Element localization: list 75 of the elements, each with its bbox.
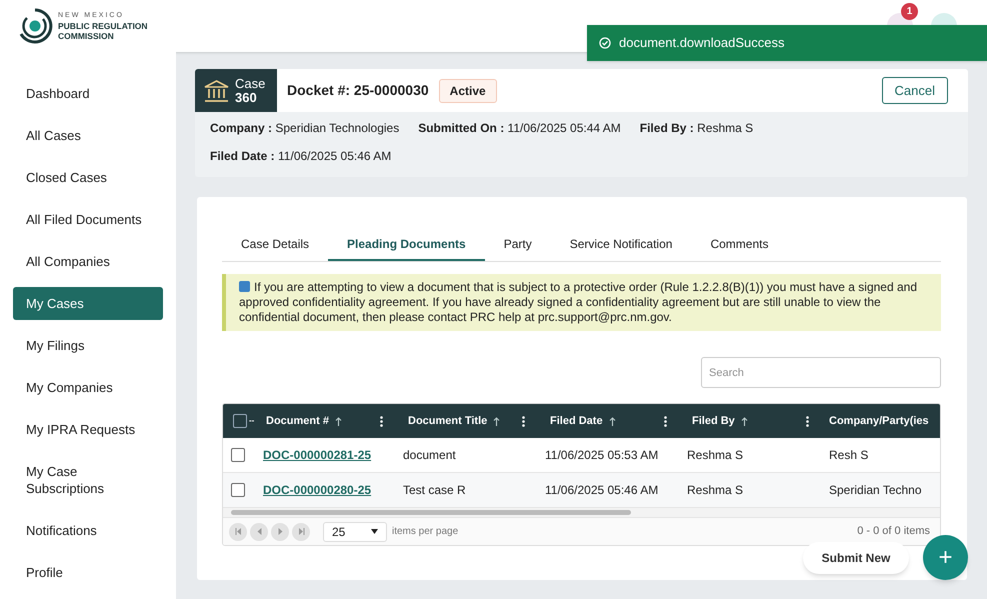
page-size-dropdown[interactable]: 25: [323, 522, 387, 542]
sidebar-item[interactable]: Notifications: [13, 514, 163, 547]
sidebar-item[interactable]: My Cases: [13, 287, 163, 320]
column-menu-icon[interactable]: [806, 416, 809, 426]
column-header[interactable]: Document #: [266, 412, 329, 430]
page-first-button[interactable]: [229, 522, 247, 540]
sort-arrow-icon[interactable]: [493, 416, 500, 426]
tab[interactable]: Pleading Documents: [328, 235, 485, 261]
tab[interactable]: Comments: [691, 235, 788, 261]
sort-arrow-icon[interactable]: [334, 416, 342, 426]
badge-number: 360: [235, 90, 258, 104]
column-menu-icon[interactable]: [380, 416, 383, 426]
case-field: Company : Speridian Technologies: [210, 120, 400, 136]
sidebar-item[interactable]: Profile: [13, 556, 163, 589]
sidebar-item[interactable]: My Companies: [13, 371, 163, 404]
sidebar-item[interactable]: My IPRA Requests: [13, 413, 163, 446]
column-menu-icon[interactable]: [664, 416, 667, 426]
notice-text: If you are attempting to view a document that is subject to a protective order (Rule 1.2.2.8(B)(1)) you must have a signed and approved confidentiality agreement. If you have already signed a confidentiality agreement but are still unable to view the confidential document, then please contact PRC help at prc.support@prc.nm.gov.: [239, 280, 918, 325]
table-cell: Speridian Techno: [829, 483, 922, 497]
tab[interactable]: Case Details: [222, 235, 328, 261]
table-cell: 11/06/2025 05:46 AM: [545, 483, 658, 497]
column-menu-icon[interactable]: [522, 416, 525, 426]
triangle-arrow-icon: [256, 528, 262, 535]
toast-message: document.downloadSuccess: [619, 34, 784, 52]
sidebar-item[interactable]: My Filings: [13, 329, 163, 362]
case-field: Filed By : Reshma S: [640, 120, 754, 136]
table-cell: 11/06/2025 05:53 AM: [545, 448, 658, 462]
page-last-button[interactable]: [292, 522, 310, 540]
table-cell: Resh S: [829, 448, 868, 462]
check-circle-icon: [599, 37, 611, 49]
sort-arrow-icon[interactable]: [740, 416, 748, 426]
column-header[interactable]: Document Title: [408, 412, 488, 430]
column-header[interactable]: Filed Date: [550, 412, 603, 430]
status-tag: Active: [438, 78, 497, 102]
page-prev-button[interactable]: [250, 522, 268, 540]
info-icon: [239, 281, 250, 292]
sidebar-item[interactable]: Dashboard: [13, 77, 163, 110]
sidebar-item[interactable]: My Case Subscriptions: [13, 455, 163, 505]
badge-label: Case: [235, 76, 266, 90]
search-field[interactable]: Search: [701, 357, 941, 388]
row-checkbox[interactable]: [231, 448, 245, 462]
tab[interactable]: Service Notification: [550, 235, 692, 261]
courthouse-icon: [204, 80, 229, 102]
document-link[interactable]: DOC-000000280-25: [263, 483, 372, 497]
triangle-arrow-icon: [276, 528, 284, 535]
case-field: Filed Date : 11/06/2025 05:46 AM: [210, 148, 392, 164]
tab[interactable]: Party: [484, 235, 551, 261]
row-checkbox[interactable]: [231, 483, 245, 497]
table-cell: Reshma S: [687, 483, 744, 497]
page-size-label: items per page: [392, 525, 458, 539]
select-all-checkbox[interactable]: [233, 414, 247, 428]
docket-number: Docket #: 25-0000030: [287, 81, 429, 100]
table-cell: document: [403, 448, 456, 462]
logo-icon: [17, 8, 53, 44]
column-header[interactable]: Company/Party(ies: [829, 412, 929, 430]
select-menu[interactable]: --: [249, 415, 257, 427]
case-field: Submitted On : 11/06/2025 05:44 AM: [418, 120, 621, 136]
logo-title: PUBLIC REGULATION: [58, 21, 148, 31]
skip-arrow-icon: [234, 528, 242, 535]
cancel-button[interactable]: Cancel: [882, 76, 948, 104]
skip-arrow-icon: [298, 528, 304, 535]
column-header[interactable]: Filed By: [692, 412, 735, 430]
dropdown-caret-icon: [371, 529, 378, 534]
document-link[interactable]: DOC-000000281-25: [263, 448, 372, 462]
sidebar-item[interactable]: All Companies: [13, 245, 163, 278]
table-cell: Reshma S: [687, 448, 744, 462]
sidebar-item[interactable]: Closed Cases: [13, 161, 163, 194]
notification-count: 1: [901, 3, 918, 20]
sidebar-item[interactable]: All Cases: [13, 119, 163, 152]
submit-new-button[interactable]: Submit New: [803, 542, 909, 574]
sort-arrow-icon[interactable]: [608, 416, 616, 426]
sidebar-item[interactable]: All Filed Documents: [13, 203, 163, 236]
page-next-button[interactable]: [271, 522, 289, 540]
table-cell: Test case R: [403, 483, 466, 497]
logo-title: COMMISSION: [58, 31, 115, 41]
